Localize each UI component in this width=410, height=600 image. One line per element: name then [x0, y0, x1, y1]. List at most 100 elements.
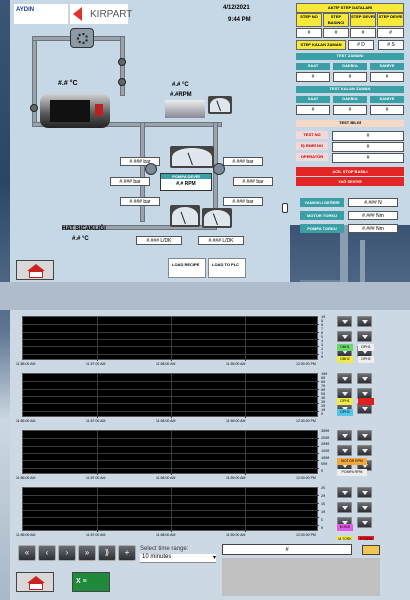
excel-export-button[interactable]: X ≡: [72, 572, 110, 592]
y-tick-label: 10: [321, 511, 326, 515]
legend-item: POMPA RPM: [337, 469, 367, 476]
info-panel: AKTİF STEP DATALARI STEP NO STEP BASINCI…: [290, 0, 410, 225]
test-time-value: #: [296, 72, 330, 82]
step-remaining-d: # D: [348, 40, 374, 50]
scale-button[interactable]: [337, 316, 352, 327]
flow-left: #.### L/DK: [136, 236, 182, 245]
legend-item: DBH1: [337, 344, 353, 351]
trend-chart[interactable]: [22, 316, 319, 361]
time-range-select[interactable]: 10 minutes ▾: [140, 554, 216, 563]
y-tick-label: 15: [321, 503, 326, 507]
motor-torque-label: MOTOR TORKU: [300, 211, 344, 220]
emergency-alarm: ACİL STOP BASILI: [296, 167, 404, 176]
test-time-col: DAKİKA: [333, 63, 367, 70]
x-tick-label: 12:00:00 PM: [296, 476, 316, 480]
export-icon[interactable]: [362, 545, 380, 555]
valve-icon: [118, 58, 126, 66]
first-page-button[interactable]: «: [18, 545, 36, 561]
x-tick-label: 11:56:00 AM: [16, 476, 36, 480]
y-tick-label: 500: [321, 463, 328, 468]
legend-item: DPH2: [337, 409, 353, 416]
trend-chart[interactable]: [22, 430, 319, 475]
trend-chart[interactable]: [22, 487, 319, 532]
grid-line: [97, 431, 98, 475]
tank-temp: #.# °C: [58, 80, 78, 87]
x-tick-label: 11:59:00 AM: [226, 362, 246, 366]
time-range-label: Select time range:: [140, 546, 189, 552]
scale-button[interactable]: [337, 487, 352, 498]
step-data-title: AKTİF STEP DATALARI: [296, 3, 404, 13]
scale-button[interactable]: [357, 445, 372, 456]
value-field[interactable]: #: [222, 544, 352, 555]
pressure-value: #.### bar: [110, 177, 150, 186]
pressure-value: #.### bar: [120, 197, 160, 206]
legend-item: DBH2: [337, 356, 353, 363]
x-tick-label: 11:58:00 AM: [156, 362, 176, 366]
scale-button[interactable]: [337, 331, 352, 342]
x-tick-label: 11:59:00 AM: [226, 419, 246, 423]
pressure-gauge: [170, 205, 200, 227]
scale-button[interactable]: [337, 445, 352, 456]
motor-icon: [165, 100, 205, 118]
test-time-title: TEST ZAMANI: [296, 53, 404, 60]
scale-button[interactable]: [337, 502, 352, 513]
step-header: STEP NO: [296, 13, 322, 27]
x-tick-label: 12:00:00 PM: [296, 362, 316, 366]
y-tick-label: 2000: [321, 443, 330, 448]
y-tick-label: 5: [321, 519, 324, 523]
step-header: STEP DEVRİ: [377, 13, 404, 27]
home-button[interactable]: [16, 260, 54, 280]
pump-rpm-box: POMPA DEVRİ #.# RPM: [160, 173, 212, 191]
x-tick-label: 11:56:00 AM: [16, 362, 36, 366]
scale-button[interactable]: [357, 430, 372, 441]
scale-button[interactable]: [357, 331, 372, 342]
previous-button[interactable]: ‹: [38, 545, 56, 561]
pump-torque-label: POMPA TORKU: [300, 224, 344, 233]
y-tick-label: 0: [321, 356, 324, 360]
grid-line: [245, 374, 246, 418]
test-time-col: SAAT: [296, 63, 330, 70]
next-button[interactable]: »: [78, 545, 96, 561]
grid-line: [171, 374, 172, 418]
x-tick-label: 11:56:00 AM: [16, 533, 36, 537]
y-tick-label: 1000: [321, 456, 330, 461]
y-tick-label: 2500: [321, 436, 330, 441]
test-time-value: #: [370, 72, 404, 82]
scale-button[interactable]: [357, 502, 372, 513]
y-tick-label: 0: [321, 527, 324, 531]
y-tick-label: 25: [321, 487, 326, 491]
scale-button[interactable]: [337, 373, 352, 384]
scale-button[interactable]: [357, 487, 372, 498]
x-tick-label: 11:57:00 AM: [86, 476, 106, 480]
grid-line: [245, 317, 246, 361]
legend-item: DPH2: [358, 356, 374, 363]
test-info-title: TEST BİLGİ: [296, 120, 404, 127]
time-text: 9:44 PM: [228, 17, 251, 23]
home-button[interactable]: [16, 572, 54, 592]
scale-button[interactable]: [357, 316, 372, 327]
zoom-button[interactable]: +: [118, 545, 136, 561]
grid-line: [171, 317, 172, 361]
x-tick-label: 12:00:00 PM: [296, 533, 316, 537]
test-no-value: #: [332, 131, 404, 141]
aydin-logo: AYDIN: [14, 4, 68, 24]
pump-icon: [145, 163, 157, 175]
grid-line: [245, 431, 246, 475]
trend-chart[interactable]: [22, 373, 319, 418]
line-temp-value: #.# °C: [72, 236, 89, 242]
test-remaining-col: DAKİKA: [333, 96, 367, 103]
y-tick-label: 1500: [321, 450, 330, 454]
play-button[interactable]: ›: [58, 545, 76, 561]
test-remaining-value: #: [370, 105, 404, 115]
scale-button[interactable]: [337, 430, 352, 441]
last-page-button[interactable]: ⟫: [98, 545, 116, 561]
load-plc-button[interactable]: LOAD TO PLC: [208, 258, 246, 278]
scale-button[interactable]: [357, 517, 372, 528]
scale-button[interactable]: [357, 373, 372, 384]
load-recipe-button[interactable]: LOAD RECIPE: [168, 258, 206, 278]
pressure-value: #.### bar: [233, 177, 273, 186]
legend-item: DPH1: [358, 344, 374, 351]
force-value: #.### N: [348, 198, 398, 207]
oil-tank-icon: [40, 94, 110, 128]
step-remaining-s: # S: [378, 40, 404, 50]
